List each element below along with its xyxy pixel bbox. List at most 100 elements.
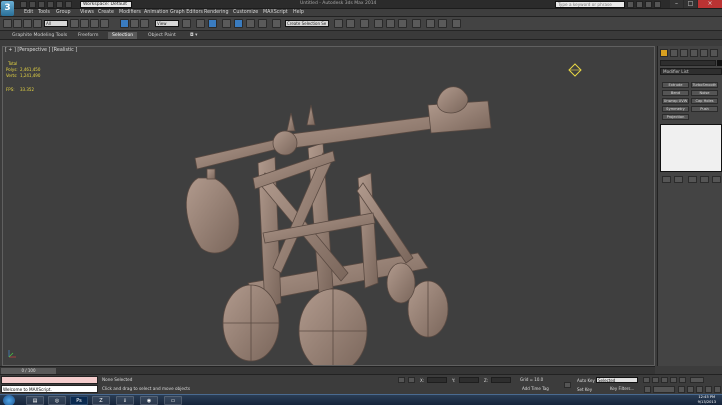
keyboard-shortcut-override-icon[interactable] xyxy=(208,19,217,28)
auto-key-button[interactable]: Auto Key xyxy=(577,378,595,383)
workspace-dropdown[interactable]: Workspace: Default xyxy=(80,1,132,8)
make-unique-icon[interactable] xyxy=(688,176,697,183)
y-coord-field[interactable] xyxy=(459,377,479,383)
menu-help[interactable]: Help xyxy=(293,10,304,15)
undo-tool-icon[interactable] xyxy=(3,19,12,28)
star-icon[interactable] xyxy=(645,1,652,8)
create-panel-icon[interactable] xyxy=(660,49,668,57)
bind-space-warp-icon[interactable] xyxy=(33,19,42,28)
menu-edit[interactable]: Edit xyxy=(24,10,33,15)
utilities-panel-icon[interactable] xyxy=(710,49,718,57)
edit-named-selection-icon[interactable] xyxy=(272,19,281,28)
menu-customize[interactable]: Customize xyxy=(233,10,258,15)
layer-manager-icon[interactable] xyxy=(360,19,369,28)
reference-coordinate-dropdown[interactable]: View xyxy=(155,20,179,27)
modifier-stack-view[interactable] xyxy=(660,124,722,172)
close-button[interactable]: × xyxy=(698,0,722,8)
binoculars-icon[interactable] xyxy=(627,1,634,8)
align-icon[interactable] xyxy=(346,19,355,28)
lock-selection-icon[interactable] xyxy=(398,377,405,383)
chrome-taskbar-icon[interactable]: ◉ xyxy=(140,396,158,405)
menu-graph-editors[interactable]: Graph Editors xyxy=(170,10,203,15)
maxscript-listener-input[interactable] xyxy=(1,376,98,384)
explorer-taskbar-icon[interactable]: ▤ xyxy=(26,396,44,405)
rendered-frame-window-icon[interactable] xyxy=(438,19,447,28)
menu-create[interactable]: Create xyxy=(98,10,114,15)
minimize-button[interactable]: – xyxy=(670,0,683,8)
perspective-viewport[interactable]: [ + ] [Perspective ] [Realistic ] Total … xyxy=(2,46,655,366)
select-scale-icon[interactable] xyxy=(140,19,149,28)
app-logo-icon[interactable]: 3 xyxy=(1,1,14,16)
material-editor-icon[interactable] xyxy=(412,19,421,28)
undo-icon[interactable] xyxy=(47,1,54,8)
snaps-toggle-icon[interactable] xyxy=(222,19,231,28)
z-coord-field[interactable] xyxy=(491,377,511,383)
curve-editor-icon[interactable] xyxy=(386,19,395,28)
display-panel-icon[interactable] xyxy=(700,49,708,57)
menu-rendering[interactable]: Rendering xyxy=(204,10,229,15)
folder-taskbar-icon[interactable]: ▭ xyxy=(164,396,182,405)
set-key-button[interactable]: Set Key xyxy=(577,387,592,392)
rect-selection-icon[interactable] xyxy=(90,19,99,28)
pin-stack-icon[interactable] xyxy=(662,176,671,183)
menu-maxscript[interactable]: MAXScript xyxy=(263,10,288,15)
windows-start-icon[interactable] xyxy=(3,395,15,405)
orbit-icon[interactable] xyxy=(705,386,712,393)
unlink-icon[interactable] xyxy=(23,19,32,28)
modifier-bend-button[interactable]: Bend xyxy=(662,90,689,96)
ribbon-options-icon[interactable]: ◘ ▾ xyxy=(186,32,201,39)
modifier-push-button[interactable]: Push xyxy=(691,106,718,112)
render-production-icon[interactable] xyxy=(452,19,461,28)
modifier-symmetry-button[interactable]: Symmetry xyxy=(662,106,689,112)
maximize-viewport-icon[interactable] xyxy=(714,386,721,393)
tab-selection[interactable]: Selection xyxy=(108,32,138,39)
modify-panel-icon[interactable] xyxy=(670,49,678,57)
modifier-extrude-button[interactable]: Extrude xyxy=(662,82,689,88)
select-rotate-icon[interactable] xyxy=(130,19,139,28)
menu-group[interactable]: Group xyxy=(56,10,71,15)
zoom-all-icon[interactable] xyxy=(687,386,694,393)
show-end-result-icon[interactable] xyxy=(674,176,683,183)
hierarchy-panel-icon[interactable] xyxy=(680,49,688,57)
object-name-field[interactable] xyxy=(660,60,716,66)
modifier-projection-button[interactable]: Projection xyxy=(662,114,689,120)
project-folder-icon[interactable] xyxy=(65,1,72,8)
catapult-3d-model[interactable] xyxy=(173,83,503,366)
subscription-icon[interactable] xyxy=(636,1,643,8)
tab-freeform[interactable]: Freeform xyxy=(74,32,102,39)
motion-panel-icon[interactable] xyxy=(690,49,698,57)
3ds-max-taskbar-icon[interactable]: ◎ xyxy=(48,396,66,405)
frame-spinner[interactable] xyxy=(653,386,675,393)
photoshop-taskbar-icon[interactable]: Ps xyxy=(70,396,88,405)
modifier-unwrap-uvw-button[interactable]: Unwrap UVW xyxy=(662,98,689,104)
go-to-start-icon[interactable] xyxy=(643,377,650,383)
window-crossing-icon[interactable] xyxy=(100,19,109,28)
key-mode-dropdown[interactable]: Selected xyxy=(596,377,638,383)
zoom-extents-icon[interactable] xyxy=(696,386,703,393)
menu-modifiers[interactable]: Modifiers xyxy=(119,10,141,15)
light-helper-icon[interactable] xyxy=(568,63,582,77)
modifier-cap-holes-button[interactable]: Cap Holes xyxy=(691,98,718,104)
spinner-snap-icon[interactable] xyxy=(258,19,267,28)
redo-icon[interactable] xyxy=(56,1,63,8)
add-time-tag-button[interactable]: Add Time Tag xyxy=(522,386,549,391)
menu-animation[interactable]: Animation xyxy=(144,10,168,15)
current-frame-field[interactable] xyxy=(690,377,704,383)
mirror-icon[interactable] xyxy=(334,19,343,28)
select-link-icon[interactable] xyxy=(13,19,22,28)
download-taskbar-icon[interactable]: ⇓ xyxy=(116,396,134,405)
named-selection-dropdown[interactable]: Create Selection Se xyxy=(285,20,329,27)
select-move-icon[interactable] xyxy=(120,19,129,28)
modifier-list-dropdown[interactable]: Modifier List xyxy=(660,68,722,75)
help-icon[interactable] xyxy=(654,1,661,8)
selection-filter-dropdown[interactable]: All xyxy=(44,20,68,27)
key-icon[interactable] xyxy=(564,382,571,388)
angle-snap-icon[interactable] xyxy=(234,19,243,28)
object-color-swatch[interactable] xyxy=(717,60,722,66)
zoom-icon[interactable] xyxy=(678,386,685,393)
viewport-label[interactable]: [ + ] [Perspective ] [Realistic ] xyxy=(5,48,77,53)
new-file-icon[interactable] xyxy=(20,1,27,8)
search-help-input[interactable]: Type a keyword or phrase xyxy=(555,1,625,8)
time-slider[interactable]: 0 / 100 xyxy=(0,366,655,374)
remove-modifier-icon[interactable] xyxy=(700,176,709,183)
